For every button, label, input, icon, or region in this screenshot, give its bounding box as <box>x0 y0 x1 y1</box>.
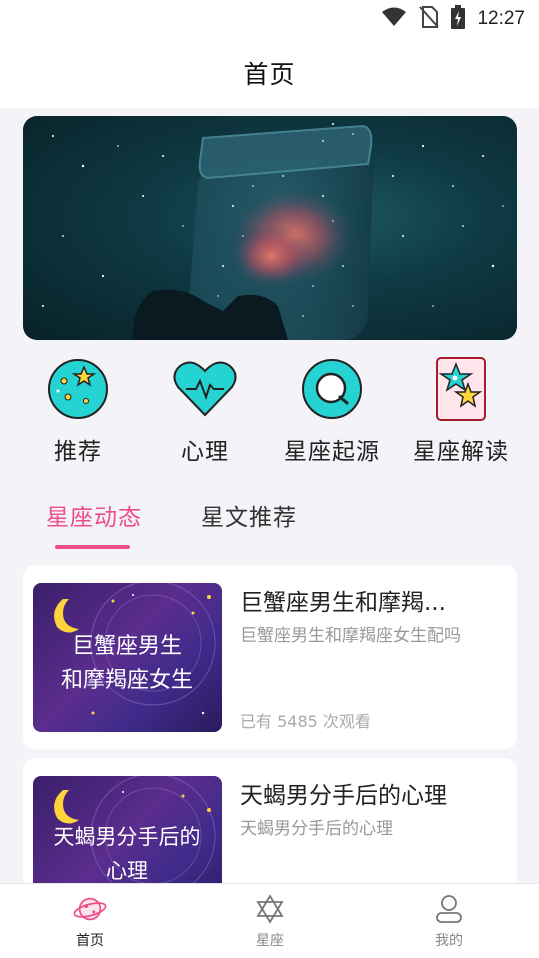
page-title: 首页 <box>243 60 296 89</box>
category-label: 推荐 <box>54 439 102 465</box>
article-thumbnail: 巨蟹座男生 和摩羯座女生 <box>33 583 222 732</box>
thumb-text-line2: 心理 <box>106 859 148 883</box>
category-label: 星座解读 <box>413 439 509 465</box>
category-interpretation[interactable]: 星座解读 <box>396 356 526 476</box>
tab-star-articles[interactable]: 星文推荐 <box>201 498 297 532</box>
header: 首页 <box>0 38 539 108</box>
article-title: 天蝎男分手后的心理 <box>240 783 447 809</box>
article-subtitle: 天蝎男分手后的心理 <box>240 819 393 839</box>
tab-active-indicator <box>55 545 130 549</box>
star-of-david-icon <box>253 894 287 924</box>
article-title: 巨蟹座男生和摩羯... <box>240 590 446 616</box>
battery-charging-icon <box>451 5 466 33</box>
jar-of-stars-illustration <box>42 123 504 340</box>
status-bar: 12:27 <box>0 0 539 38</box>
thumb-text-line2: 和摩羯座女生 <box>61 668 193 693</box>
nav-zodiac[interactable]: 星座 <box>220 894 320 956</box>
nav-label: 星座 <box>256 933 284 949</box>
nav-label: 我的 <box>435 933 463 949</box>
star-card-icon <box>428 356 494 422</box>
search-bubble-icon <box>299 356 365 422</box>
status-time: 12:27 <box>477 8 525 29</box>
article-card[interactable]: 天蝎男分手后的 心理 天蝎男分手后的心理 天蝎男分手后的心理 <box>23 758 517 898</box>
planet-icon <box>73 894 107 924</box>
nav-label: 首页 <box>76 933 104 949</box>
banner-image[interactable] <box>23 116 517 340</box>
planet-stars-icon <box>45 356 111 422</box>
moon-icon <box>54 599 79 633</box>
no-sim-icon <box>419 6 440 32</box>
category-label: 心理 <box>181 439 229 465</box>
article-subtitle: 巨蟹座男生和摩羯座女生配吗 <box>240 626 461 646</box>
category-row: 推荐 心理 星座起源 星座解读 <box>0 356 539 476</box>
wifi-icon <box>381 7 407 31</box>
user-icon <box>432 894 466 924</box>
category-recommend[interactable]: 推荐 <box>13 356 143 476</box>
tab-zodiac-news[interactable]: 星座动态 <box>46 498 142 532</box>
article-card[interactable]: 巨蟹座男生 和摩羯座女生 巨蟹座男生和摩羯... 巨蟹座男生和摩羯座女生配吗 已… <box>23 565 517 749</box>
article-thumbnail: 天蝎男分手后的 心理 <box>33 776 222 898</box>
category-psychology[interactable]: 心理 <box>140 356 270 476</box>
heart-pulse-icon <box>172 356 238 422</box>
bottom-navigation: 首页 星座 我的 <box>0 883 539 958</box>
category-label: 星座起源 <box>284 439 380 465</box>
tab-bar: 星座动态 星文推荐 <box>0 490 539 554</box>
nav-profile[interactable]: 我的 <box>399 894 499 956</box>
thumb-text-line1: 天蝎男分手后的 <box>54 825 201 849</box>
nav-home[interactable]: 首页 <box>40 894 140 956</box>
category-origin[interactable]: 星座起源 <box>267 356 397 476</box>
article-view-count: 已有 5485 次观看 <box>240 712 371 731</box>
moon-icon <box>54 790 79 824</box>
thumb-text-line1: 巨蟹座男生 <box>72 634 182 659</box>
